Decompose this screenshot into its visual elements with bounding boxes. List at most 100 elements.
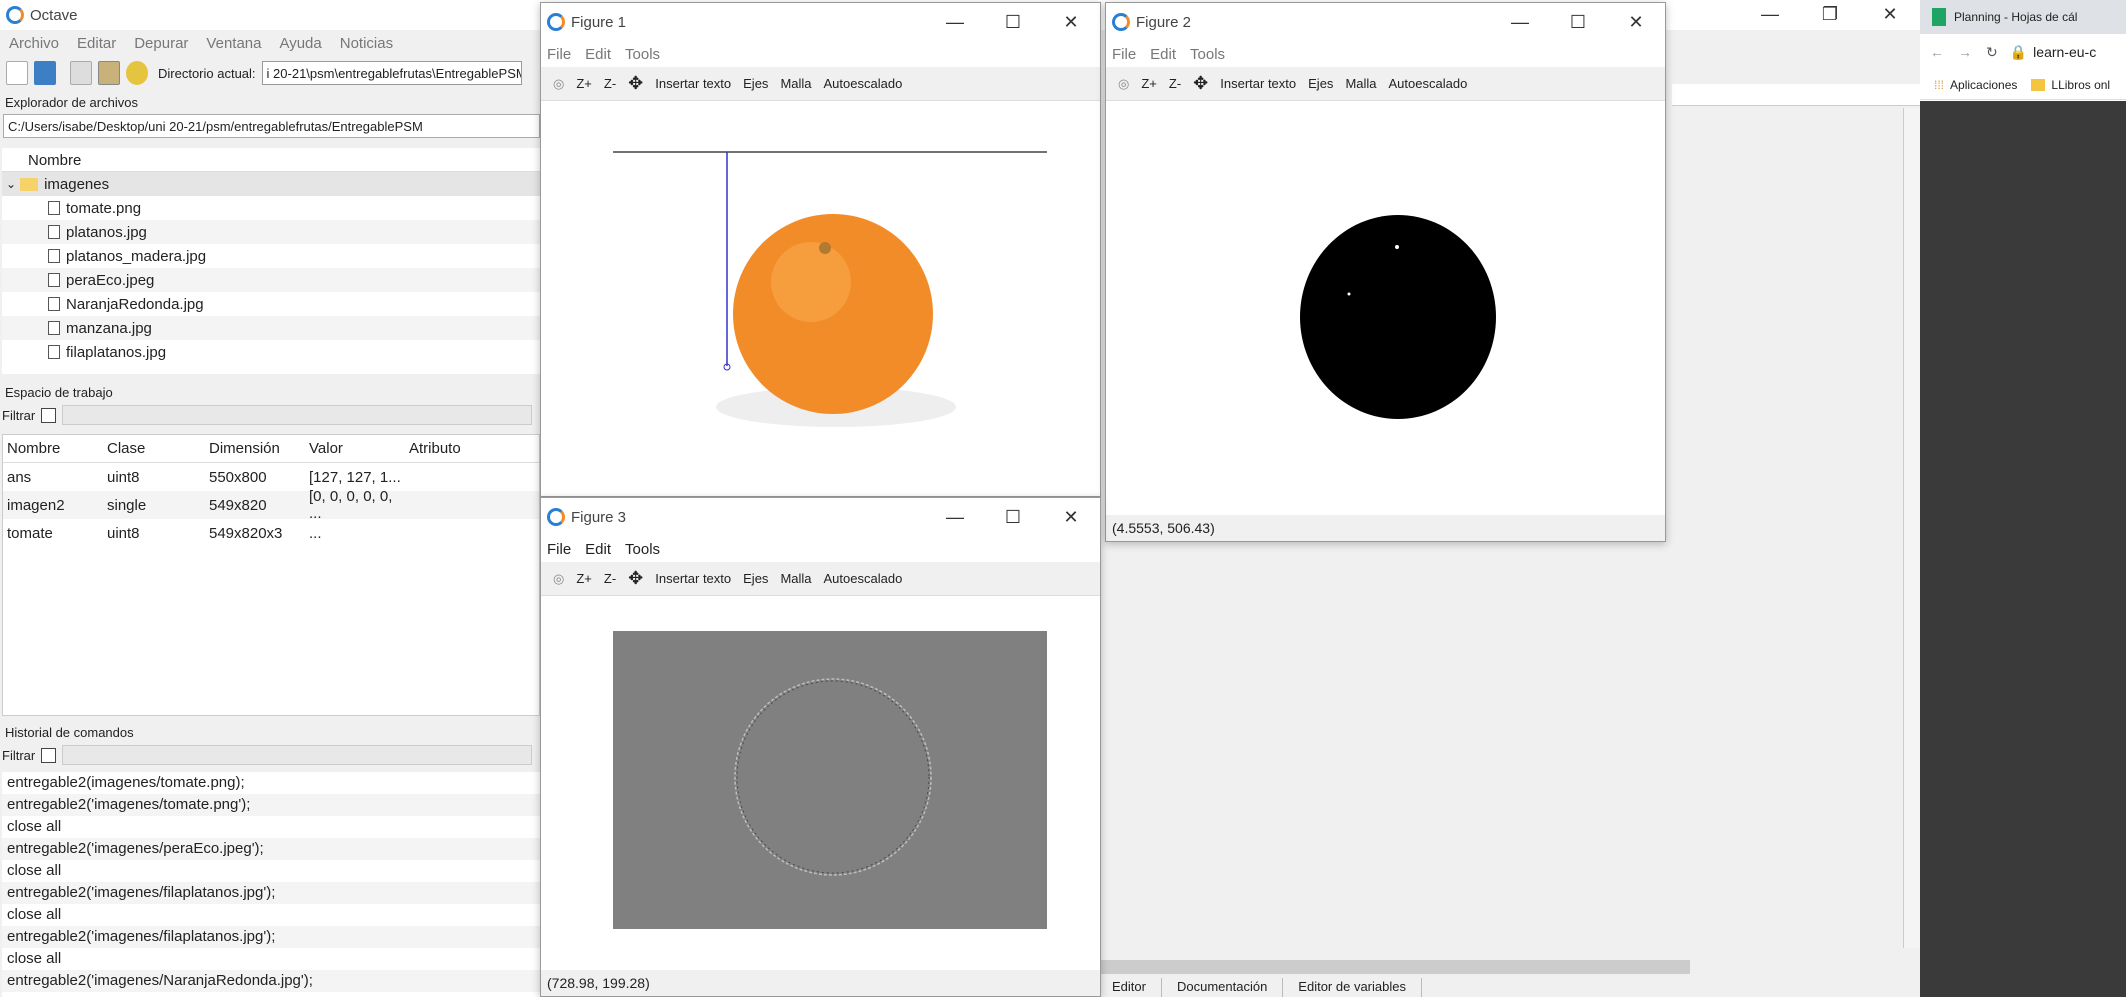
tab-variable-editor[interactable]: Editor de variables [1283,978,1422,997]
browser-tab[interactable]: Planning - Hojas de cál [1954,10,2077,24]
rotate-icon[interactable]: ◎ [553,76,564,92]
history-item[interactable]: close all [2,948,540,970]
maximize-icon[interactable]: ☐ [984,498,1042,536]
table-row[interactable]: imagen2 single 549x820 [0, 0, 0, 0, 0, .… [3,488,539,522]
history-item[interactable]: entregable2('imagenes/peraEco.jpeg'); [2,838,540,860]
insert-text-button[interactable]: Insertar texto [1220,76,1296,91]
close-icon[interactable]: ✕ [1042,3,1100,41]
tab-documentation[interactable]: Documentación [1161,978,1284,997]
menu-file[interactable]: File [541,46,579,63]
list-item[interactable]: platanos_madera.jpg [2,244,540,268]
address-bar[interactable]: learn-eu-c [2033,44,2096,60]
maximize-icon[interactable]: ☐ [1549,3,1607,41]
menu-file[interactable]: File [1106,46,1144,63]
paste-icon[interactable] [98,61,120,85]
menu-noticias[interactable]: Noticias [331,35,402,52]
axes-button[interactable]: Ejes [743,76,768,91]
zoom-out-button[interactable]: Z- [604,76,616,91]
zoom-out-button[interactable]: Z- [604,571,616,586]
figure-2-canvas[interactable] [1106,102,1665,514]
zoom-out-button[interactable]: Z- [1169,76,1181,91]
column-header[interactable]: Dimensión [205,440,305,457]
vertical-scrollbar[interactable] [1903,108,1920,948]
apps-icon[interactable]: ⁞⁞⁞ [1934,78,1944,92]
tree-column-header[interactable]: Nombre [2,148,540,172]
undo-icon[interactable] [126,61,148,85]
filter-input[interactable] [62,405,533,425]
zoom-in-button[interactable]: Z+ [576,571,592,586]
figure-1-canvas[interactable] [541,102,1100,496]
tab-editor[interactable]: Editor [1097,978,1162,997]
list-item[interactable]: platanos.jpg [2,220,540,244]
menu-ventana[interactable]: Ventana [197,35,270,52]
figure-3-canvas[interactable] [541,597,1100,972]
menu-archivo[interactable]: Archivo [0,35,68,52]
menu-edit[interactable]: Edit [579,46,619,63]
menu-edit[interactable]: Edit [579,541,619,558]
menu-tools[interactable]: Tools [1184,46,1233,63]
file-browser-path[interactable]: C:/Users/isabe/Desktop/uni 20-21/psm/ent… [3,114,540,138]
list-item[interactable]: manzana.jpg [2,316,540,340]
column-header[interactable]: Valor [305,440,405,457]
grid-button[interactable]: Malla [1345,76,1376,91]
menu-editar[interactable]: Editar [68,35,125,52]
grid-button[interactable]: Malla [780,76,811,91]
open-folder-icon[interactable] [34,61,56,85]
history-item[interactable]: entregable2('imagenes/filaplatanos.jpg')… [2,882,540,904]
folder-imagenes[interactable]: ⌄ imagenes [2,172,540,196]
table-row[interactable]: ans uint8 550x800 [127, 127, 1... [3,463,539,491]
list-item[interactable]: tomate.png [2,196,540,220]
maximize-icon[interactable]: ☐ [984,3,1042,41]
autoscale-button[interactable]: Autoescalado [1389,76,1468,91]
autoscale-button[interactable]: Autoescalado [824,76,903,91]
column-header[interactable]: Clase [103,440,205,457]
history-item[interactable]: close all [2,816,540,838]
list-item[interactable]: NaranjaRedonda.jpg [2,292,540,316]
back-icon[interactable]: ← [1930,44,1944,60]
autoscale-button[interactable]: Autoescalado [824,571,903,586]
filter-checkbox[interactable] [41,407,57,423]
chevron-down-icon[interactable]: ⌄ [6,177,16,191]
filter-input[interactable] [62,745,533,765]
close-icon[interactable]: ✕ [1607,3,1665,41]
history-item[interactable]: entregable2(imagenes/tomate.png); [2,772,540,794]
menu-edit[interactable]: Edit [1144,46,1184,63]
rotate-icon[interactable]: ◎ [1118,76,1129,92]
current-dir-input[interactable]: i 20-21\psm\entregablefrutas\EntregableP… [261,61,522,85]
insert-text-button[interactable]: Insertar texto [655,76,731,91]
table-row[interactable]: tomate uint8 549x820x3 ... [3,519,539,547]
menu-ayuda[interactable]: Ayuda [270,35,330,52]
close-icon[interactable]: ✕ [1042,498,1100,536]
column-header[interactable]: Atributo [405,440,525,457]
pan-icon[interactable]: ✥ [628,73,643,94]
zoom-in-button[interactable]: Z+ [576,76,592,91]
history-item[interactable]: close all [2,860,540,882]
menu-tools[interactable]: Tools [619,46,668,63]
menu-file[interactable]: File [541,541,579,558]
close-icon[interactable]: ✕ [1860,0,1920,30]
restore-icon[interactable]: ❐ [1800,0,1860,30]
history-item[interactable]: close all [2,904,540,926]
minimize-icon[interactable]: — [1740,0,1800,30]
horizontal-scrollbar[interactable] [1100,960,1690,974]
copy-icon[interactable] [70,61,92,85]
new-file-icon[interactable] [6,61,28,85]
minimize-icon[interactable]: — [926,3,984,41]
menu-depurar[interactable]: Depurar [125,35,197,52]
axes-button[interactable]: Ejes [1308,76,1333,91]
column-header[interactable]: Nombre [3,440,103,457]
pan-icon[interactable]: ✥ [1193,73,1208,94]
axes-button[interactable]: Ejes [743,571,768,586]
bookmark-folder[interactable]: LLibros onl [2051,78,2110,92]
minimize-icon[interactable]: — [1491,3,1549,41]
list-item[interactable]: peraEco.jpeg [2,268,540,292]
minimize-icon[interactable]: — [926,498,984,536]
pan-icon[interactable]: ✥ [628,568,643,589]
grid-button[interactable]: Malla [780,571,811,586]
forward-icon[interactable]: → [1958,44,1972,60]
history-item[interactable]: entregable2('imagenes/tomate.png'); [2,794,540,816]
menu-tools[interactable]: Tools [619,541,668,558]
zoom-in-button[interactable]: Z+ [1141,76,1157,91]
bookmark-apps[interactable]: Aplicaciones [1950,78,2017,92]
list-item[interactable]: filaplatanos.jpg [2,340,540,364]
